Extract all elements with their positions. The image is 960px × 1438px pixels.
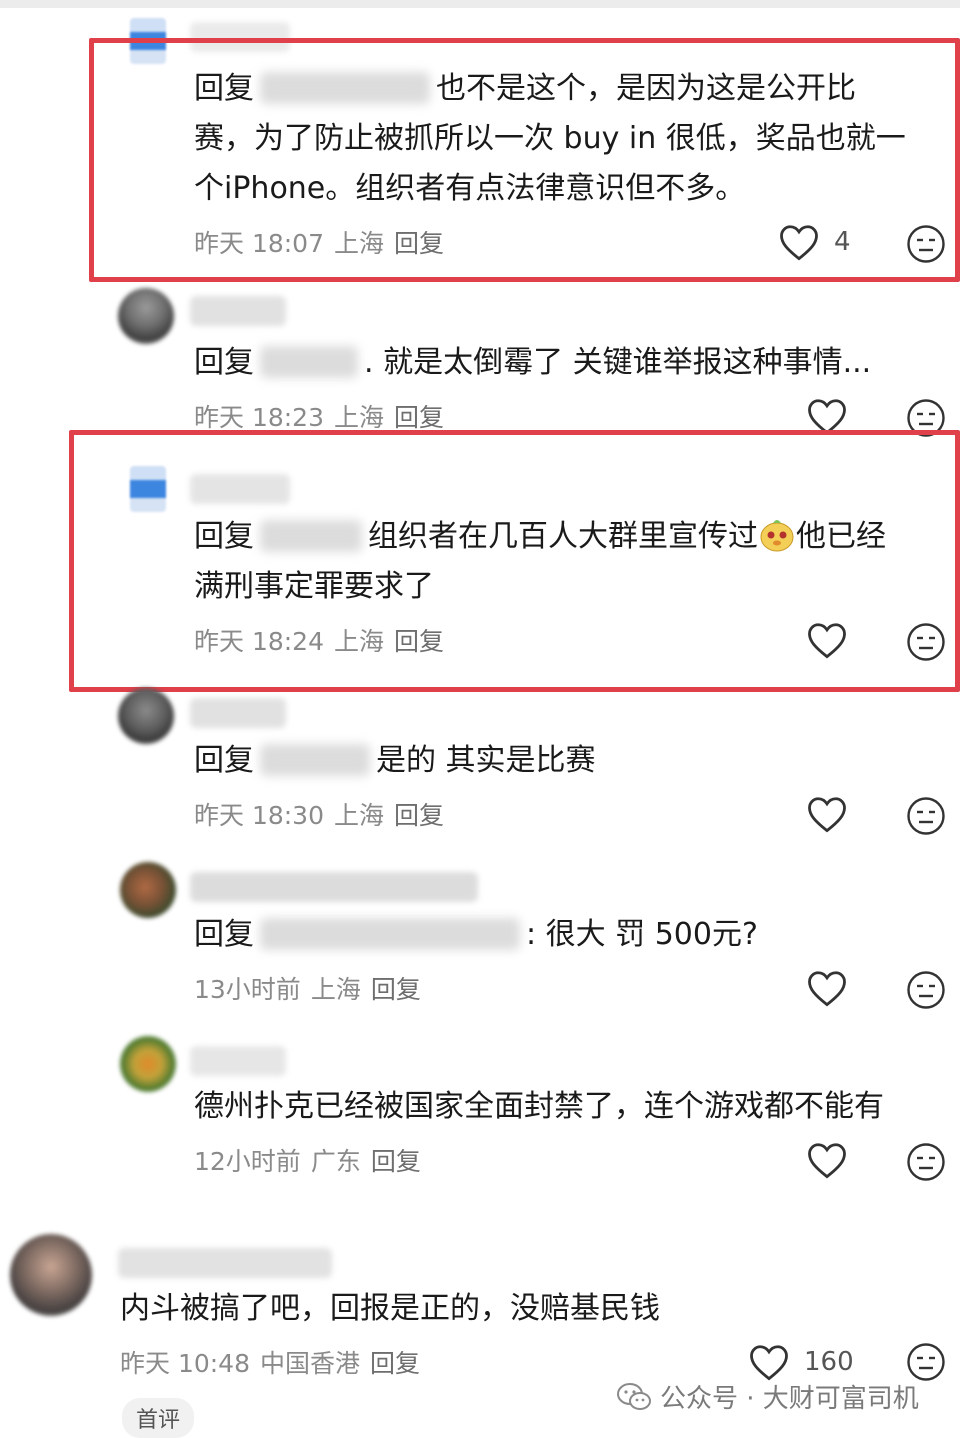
avatar[interactable] — [118, 288, 174, 344]
reply-prefix: 回复 — [194, 345, 254, 380]
emoji-react-icon[interactable] — [906, 1342, 946, 1382]
avatar[interactable] — [120, 862, 176, 918]
avatar[interactable] — [10, 1234, 92, 1316]
comment-text: 内斗被搞了吧，回报是正的，没赔基民钱 — [120, 1284, 660, 1334]
username-blurred — [190, 1046, 286, 1076]
reply-link[interactable]: 回复 — [394, 801, 444, 830]
emoji-react-icon[interactable] — [906, 970, 946, 1010]
like-button[interactable] — [806, 966, 848, 1010]
username-blurred — [190, 872, 478, 902]
reply-link[interactable]: 回复 — [370, 1349, 420, 1378]
comment-time: 昨天 18:30 — [194, 801, 324, 830]
comment-location: 中国香港 — [260, 1349, 361, 1378]
avatar[interactable] — [118, 688, 174, 744]
comment-time: 昨天 10:48 — [120, 1349, 250, 1378]
comment-location: 上海 — [310, 975, 361, 1004]
heart-icon — [808, 971, 846, 1007]
comment-meta: 昨天 10:48 中国香港 回复 — [120, 1344, 430, 1380]
heart-icon — [808, 1143, 846, 1179]
comment-time: 昨天 18:23 — [194, 403, 324, 432]
watermark-text: 公众号 · 大财可富司机 — [660, 1384, 919, 1414]
like-button[interactable] — [806, 792, 848, 836]
username-blurred — [190, 296, 286, 326]
like-count: 160 — [804, 1347, 854, 1377]
comment-meta: 12小时前 广东 回复 — [194, 1142, 431, 1178]
wechat-icon — [617, 1382, 651, 1410]
watermark: 公众号 · 大财可富司机 — [616, 1378, 919, 1415]
heart-icon — [750, 1345, 788, 1381]
comment-line: 德州扑克已经被国家全面封禁了，连个游戏都不能有 — [194, 1089, 884, 1124]
comment-text: 回复 是的 其实是比赛 — [194, 736, 596, 786]
avatar[interactable] — [120, 1036, 176, 1092]
first-comment-tag: 首评 — [122, 1398, 195, 1438]
comment-meta: 昨天 18:30 上海 回复 — [194, 796, 454, 832]
highlight-box — [89, 38, 960, 282]
mentioned-user-blurred — [260, 744, 370, 776]
comment-line: : 很大 罚 500元? — [526, 917, 758, 952]
mentioned-user-blurred — [260, 918, 520, 950]
emoji-react-icon[interactable] — [906, 1142, 946, 1182]
comment-meta: 13小时前 上海 回复 — [194, 970, 431, 1006]
comment-location: 上海 — [334, 403, 385, 432]
heart-icon — [808, 797, 846, 833]
comment-location: 广东 — [310, 1147, 361, 1176]
reply-prefix: 回复 — [194, 743, 254, 778]
like-button[interactable] — [806, 1138, 848, 1182]
comment-text: 回复 . 就是太倒霉了 关键谁举报这种事情... — [194, 338, 871, 388]
comment-text: 回复 : 很大 罚 500元? — [194, 910, 758, 960]
comment-line: 是的 其实是比赛 — [376, 743, 596, 778]
comment-location: 上海 — [334, 801, 385, 830]
highlight-box — [69, 430, 960, 692]
mentioned-user-blurred — [260, 346, 358, 378]
comment-text: 德州扑克已经被国家全面封禁了，连个游戏都不能有 — [194, 1082, 884, 1132]
reply-link[interactable]: 回复 — [371, 975, 421, 1004]
reply-prefix: 回复 — [194, 917, 254, 952]
username-blurred — [190, 698, 286, 728]
username-blurred — [118, 1248, 332, 1278]
emoji-react-icon[interactable] — [906, 796, 946, 836]
top-strip — [0, 0, 960, 8]
comment-time: 12小时前 — [194, 1147, 301, 1176]
comment-line: . 就是太倒霉了 关键谁举报这种事情... — [364, 345, 872, 380]
reply-link[interactable]: 回复 — [371, 1147, 421, 1176]
comment-meta: 昨天 18:23 上海 回复 — [194, 398, 454, 434]
comment-line: 内斗被搞了吧，回报是正的，没赔基民钱 — [120, 1291, 660, 1326]
comment-time: 13小时前 — [194, 975, 301, 1004]
reply-link[interactable]: 回复 — [394, 403, 444, 432]
